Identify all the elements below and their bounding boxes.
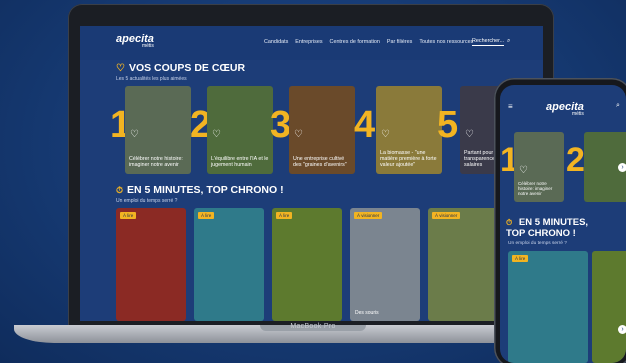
five-minutes-subtitle: Un emploi du temps serré ? [508,241,567,246]
favorites-subtitle: Les 5 actualités les plus aimées [116,76,187,82]
rank-number: 3 [270,104,292,146]
content-badge: À lire [512,255,529,262]
favorite-card[interactable]: ♡ Une entreprise cultivé des "graines d'… [289,86,355,174]
carousel-next-button[interactable]: › [618,163,626,172]
five-minutes-title: ⏱ EN 5 MINUTES, TOP CHRONO ! [116,184,284,196]
nav-link-entreprises[interactable]: Entreprises [295,39,322,45]
site-logo[interactable]: apecita métis [546,101,584,117]
heart-icon[interactable]: ♡ [130,130,142,140]
rank-number: 2 [566,141,585,179]
content-badge: À lire [198,212,215,219]
content-tile[interactable]: À visionner [428,208,498,321]
laptop-screen: apecita métis Candidats Entreprises Cent… [80,26,543,321]
card-title: Une entreprise cultivé des "graines d'av… [293,156,347,168]
favorite-card[interactable]: ♡ L'équilibre entre l'IA et le jugement … [207,86,273,174]
card-title: Célébrer notre histoire: imaginer notre … [518,181,553,196]
heart-icon[interactable]: ♡ [519,166,531,176]
content-tile[interactable]: À lire [116,208,186,321]
stopwatch-icon: ⏱ [116,185,124,195]
heart-icon[interactable]: ♡ [381,130,393,140]
main-nav: Candidats Entreprises Centres de formati… [264,39,473,45]
content-tile[interactable]: À lire [508,251,588,363]
card-title: Célébrer notre histoire: imaginer notre … [129,156,183,168]
heart-icon[interactable]: ♡ [212,130,224,140]
tile-caption: Des souris [355,310,379,316]
search-icon[interactable]: ⌕ [507,38,510,45]
carousel-next-button[interactable]: › [618,325,626,334]
heart-icon[interactable]: ♡ [294,130,306,140]
favorites-title: ♡ VOS COUPS DE CŒUR [116,62,246,74]
nav-link-filieres[interactable]: Par filières [387,39,412,45]
phone-screen: ≡ apecita métis ⌕ 1 ♡ Célébrer notre his… [500,85,626,363]
favorite-card[interactable]: ♡ Célébrer notre histoire: imaginer notr… [514,132,564,202]
content-tile[interactable]: À lire [194,208,264,321]
nav-link-centres[interactable]: Centres de formation [330,39,380,45]
content-tile[interactable]: À visionner Des souris [350,208,420,321]
five-minutes-subtitle: Un emploi du temps serré ? [116,198,178,204]
rank-number: 5 [437,104,459,146]
content-badge: À lire [276,212,293,219]
hamburger-menu-icon[interactable]: ≡ [508,102,513,111]
search-input[interactable]: Rechercher... [472,38,505,46]
five-minutes-title: ⏱ EN 5 MINUTES, TOP CHRONO ! [506,217,589,239]
heart-icon: ♡ [116,63,125,74]
card-title: La biomasse - "une matière première à fo… [380,150,437,168]
heart-icon[interactable]: ♡ [465,130,477,140]
favorite-card[interactable]: ♡ La biomasse - "une matière première à … [376,86,442,174]
nav-link-candidats[interactable]: Candidats [264,39,288,45]
search-icon[interactable]: ⌕ [616,102,620,110]
site-header: apecita métis Candidats Entreprises Cent… [80,26,543,60]
content-badge: À visionner [432,212,461,219]
stopwatch-icon: ⏱ [506,218,513,227]
card-title: L'équilibre entre l'IA et le jugement hu… [211,156,269,168]
nav-link-ressources[interactable]: Toutes nos ressources [419,39,473,45]
site-logo[interactable]: apecita métis [116,33,154,49]
favorite-card[interactable]: ♡ Célébrer notre histoire: imaginer notr… [125,86,191,174]
content-tile[interactable]: À lire [272,208,342,321]
content-badge: À visionner [354,212,383,219]
content-tile[interactable] [592,251,626,363]
content-badge: À lire [120,212,137,219]
rank-number: 4 [354,104,376,146]
